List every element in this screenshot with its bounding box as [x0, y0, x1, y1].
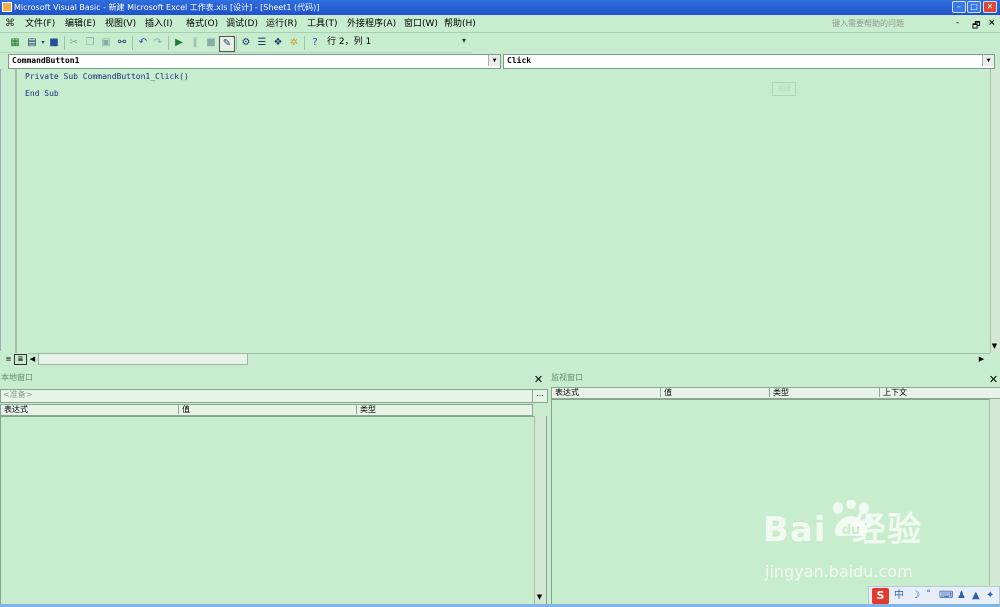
shirt-icon[interactable]: ▲ [972, 589, 980, 603]
menu-addins[interactable]: 外接程序(A) [347, 15, 396, 33]
soft-keyboard-icon[interactable]: ⌨ [939, 589, 953, 603]
object-browser-icon[interactable]: ❖ [271, 36, 285, 50]
window-title: Microsoft Visual Basic - 新建 Microsoft Ex… [14, 3, 320, 12]
code-line-1[interactable]: Private Sub CommandButton1_Click() [25, 72, 189, 81]
design-mode-icon[interactable]: ✎ [219, 36, 235, 52]
mdi-minimize-button[interactable]: - [956, 18, 959, 28]
copy-icon[interactable]: ❐ [83, 36, 97, 50]
locals-col-type[interactable]: 类型 [357, 405, 531, 414]
locals-context-text: <准备> [3, 390, 33, 399]
procedure-combo[interactable]: Click ▼ [503, 54, 995, 69]
full-module-view-icon[interactable]: ≣ [14, 354, 27, 365]
menu-help[interactable]: 帮助(H) [444, 15, 476, 33]
find-icon[interactable]: ⚯ [115, 36, 129, 50]
mdi-close-button[interactable]: × [988, 18, 996, 28]
locals-header: 表达式 值 类型 [0, 404, 533, 416]
skin-icon[interactable]: ♟ [957, 589, 966, 603]
watch-col-context[interactable]: 上下文 [880, 388, 1000, 397]
scroll-down-icon[interactable]: ▼ [989, 341, 1000, 352]
procedure-combo-arrow-icon[interactable]: ▼ [982, 55, 994, 66]
menu-view[interactable]: 视图(V) [105, 15, 136, 33]
watch-col-value[interactable]: 值 [661, 388, 770, 397]
menu-tools[interactable]: 工具(T) [307, 15, 338, 33]
procedure-combo-value: Click [507, 56, 532, 65]
watermark-url: jingyan.baidu.com [765, 562, 913, 581]
procedure-view-icon[interactable]: ≡ [3, 354, 14, 365]
locals-close-icon[interactable]: ✕ [533, 374, 544, 385]
save-icon[interactable]: ■ [47, 36, 61, 50]
toolbox-icon[interactable]: ✲ [287, 36, 301, 50]
locals-col-expression[interactable]: 表达式 [1, 405, 179, 414]
close-button[interactable]: ✕ [983, 1, 997, 13]
menu-insert[interactable]: 插入(I) [145, 15, 173, 33]
properties-window-icon[interactable]: ☰ [255, 36, 269, 50]
mdi-restore-button[interactable]: 🗗 [972, 18, 980, 34]
locals-col-value[interactable]: 值 [179, 405, 357, 414]
menu-run[interactable]: 运行(R) [266, 15, 297, 33]
locals-list[interactable] [0, 416, 547, 606]
scroll-right-icon[interactable]: ▶ [976, 354, 987, 365]
locals-window-title: 本地窗口 [1, 373, 33, 382]
menu-debug[interactable]: 调试(D) [226, 15, 258, 33]
excel-view-icon[interactable]: ⌘ [5, 18, 17, 30]
menu-window[interactable]: 窗口(W) [404, 15, 438, 33]
ime-mode-chinese[interactable]: 中 [894, 589, 904, 603]
vba-app-icon[interactable] [2, 2, 12, 12]
undo-icon[interactable]: ↶ [136, 36, 150, 50]
help-search-box[interactable]: 键入需要帮助的问题 [832, 17, 952, 30]
baidu-paw-icon: du [833, 500, 873, 538]
title-bar: Microsoft Visual Basic - 新建 Microsoft Ex… [0, 0, 1000, 15]
locals-vertical-scrollbar[interactable] [534, 416, 546, 604]
run-icon[interactable]: ▶ [172, 36, 186, 50]
call-stack-button[interactable]: ... [532, 389, 548, 403]
paste-icon[interactable]: ▣ [99, 36, 113, 50]
toolbar-options-icon[interactable]: ▾ [462, 36, 470, 50]
view-excel-icon[interactable]: ▦ [8, 36, 22, 50]
cut-icon[interactable]: ✂ [67, 36, 81, 50]
code-vertical-scrollbar[interactable] [990, 69, 1000, 353]
code-line-2[interactable]: End Sub [25, 89, 59, 98]
menu-format[interactable]: 格式(O) [186, 15, 218, 33]
scroll-left-icon[interactable]: ◀ [27, 354, 38, 365]
code-editor[interactable]: Private Sub CommandButton1_Click() End S… [0, 69, 990, 351]
cursor-position: 行 2，列 1 [327, 37, 372, 47]
sogou-logo-icon[interactable]: S [872, 588, 889, 604]
redo-icon[interactable]: ↷ [151, 36, 165, 50]
watch-col-expression[interactable]: 表达式 [552, 388, 661, 397]
minimize-button[interactable]: – [952, 1, 966, 13]
locals-context-field: <准备> [0, 389, 533, 403]
menu-edit[interactable]: 编辑(E) [65, 15, 96, 33]
object-combo-value: CommandButton1 [12, 56, 80, 65]
menu-file[interactable]: 文件(F) [25, 15, 55, 33]
ime-toolbar[interactable]: S 中 ☽ ˚ ⌨ ♟ ▲ ✦ [868, 586, 1000, 605]
watermark-du-text: du [842, 523, 861, 538]
moon-icon[interactable]: ☽ [911, 589, 920, 603]
maximize-button[interactable]: □ [967, 1, 981, 13]
locals-scroll-down-icon[interactable]: ▼ [534, 592, 545, 603]
reset-icon[interactable]: ■ [204, 36, 218, 50]
punctuation-icon[interactable]: ˚ [926, 589, 931, 603]
ghost-close-button: 关闭 [772, 82, 796, 96]
help-icon[interactable]: ? [308, 36, 322, 50]
watch-header: 表达式 值 类型 上下文 [551, 387, 1000, 399]
horizontal-scroll-thumb[interactable] [38, 353, 248, 365]
watch-col-type[interactable]: 类型 [770, 388, 880, 397]
tools-icon[interactable]: ✦ [986, 589, 994, 603]
object-combo-arrow-icon[interactable]: ▼ [488, 55, 500, 66]
watch-close-icon[interactable]: ✕ [988, 374, 999, 385]
break-icon[interactable]: ‖ [188, 36, 202, 50]
watch-window-title: 监视窗口 [551, 373, 583, 382]
watch-vertical-scrollbar[interactable] [989, 399, 1000, 585]
object-combo[interactable]: CommandButton1 ▼ [8, 54, 501, 69]
standard-toolbar: ▦ ▤ ▾ ■ ✂ ❐ ▣ ⚯ ↶ ↷ ▶ ‖ ■ ✎ ⚙ ☰ ❖ ✲ ? [0, 33, 472, 53]
project-explorer-icon[interactable]: ⚙ [239, 36, 253, 50]
